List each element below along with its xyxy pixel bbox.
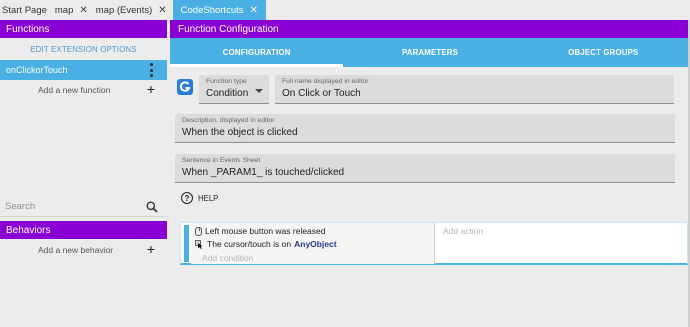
plus-icon[interactable]: + [147,242,155,256]
add-function-button[interactable]: Add a new function + [0,80,167,100]
help-label: HELP [198,193,219,203]
tab-label: map (Events) [95,4,153,16]
function-item-label: onClickorTouch [6,65,68,75]
tab-configuration[interactable]: CONFIGURATION [170,38,344,67]
full-name-field[interactable]: Full name displayed in editor On Click o… [275,75,674,104]
condition-text: Left mouse button was released [205,226,326,236]
add-behavior-label: Add a new behavior [38,245,114,255]
sentence-label: Sentence in Events Sheet [182,157,261,164]
tab-start-page[interactable]: Start Page [0,0,53,20]
description-value: When the object is clicked [182,127,298,138]
event-block: Left mouse button was released The curso… [180,222,688,265]
add-condition-button[interactable]: Add condition [202,253,254,263]
edit-extension-options-button[interactable]: EDIT EXTENSION OPTIONS [0,39,167,59]
functions-panel: Functions EDIT EXTENSION OPTIONS onClick… [0,20,167,327]
chevron-down-icon [255,89,263,93]
function-type-label: Function type [206,78,247,85]
add-action-button[interactable]: Add action [443,226,483,236]
plus-icon[interactable]: + [147,82,155,96]
tab-parameters[interactable]: PARAMETERS [343,38,516,67]
close-icon[interactable]: ✕ [250,5,258,16]
tab-codeshortcuts[interactable]: CodeShortcuts ✕ [172,0,266,20]
condition-cursor-on-object[interactable]: The cursor/touch is on AnyObject [195,239,337,249]
conditions-column: Left mouse button was released The curso… [191,223,435,264]
tab-label: Start Page [2,4,47,16]
condition-mouse-released[interactable]: Left mouse button was released [195,226,326,236]
help-icon: ? [181,192,193,204]
condition-text: The cursor/touch is on [207,239,292,249]
close-icon[interactable]: ✕ [158,5,166,16]
behaviors-header: Behaviors [0,221,167,239]
full-name-value: On Click or Touch [282,88,361,99]
tab-map[interactable]: map ✕ [53,0,94,20]
close-icon[interactable]: ✕ [79,5,87,16]
search-input[interactable]: Search [0,197,167,217]
configuration-subtabs: CONFIGURATION PARAMETERS OBJECT GROUPS [170,38,690,67]
mouse-icon [195,226,202,236]
gdevelop-logo-icon [177,79,193,95]
search-placeholder: Search [5,201,36,212]
tab-bar: Start Page map ✕ map (Events) ✕ CodeShor… [0,0,690,20]
tab-map-events[interactable]: map (Events) ✕ [94,0,173,20]
sentence-field[interactable]: Sentence in Events Sheet When _PARAM1_ i… [175,154,675,183]
sentence-value: When _PARAM1_ is touched/clicked [182,167,345,178]
add-behavior-button[interactable]: Add a new behavior + [0,240,167,260]
function-type-select[interactable]: Function type Condition [199,75,269,104]
full-name-label: Full name displayed in editor [282,78,369,85]
function-item-onclickortouch[interactable]: onClickorTouch [0,60,167,80]
tab-object-groups[interactable]: OBJECT GROUPS [517,38,690,67]
function-type-value: Condition [206,88,249,99]
tab-label: CodeShortcuts [180,4,244,16]
description-field[interactable]: Description, displayed in editor When th… [175,114,675,143]
event-drag-handle[interactable] [184,225,189,262]
tab-label: map [54,4,74,16]
functions-header: Functions [0,20,167,38]
behaviors-section: Behaviors Add a new behavior + [0,221,167,260]
function-configuration-panel: Function Configuration CONFIGURATION PAR… [170,20,690,327]
help-button[interactable]: ? HELP [181,192,218,204]
search-icon[interactable] [146,201,158,213]
add-function-label: Add a new function [38,85,111,95]
cursor-icon [195,239,203,249]
condition-object[interactable]: AnyObject [294,239,337,249]
description-label: Description, displayed in editor [182,117,275,124]
kebab-menu-icon[interactable] [150,63,153,77]
function-configuration-header: Function Configuration [170,20,690,38]
